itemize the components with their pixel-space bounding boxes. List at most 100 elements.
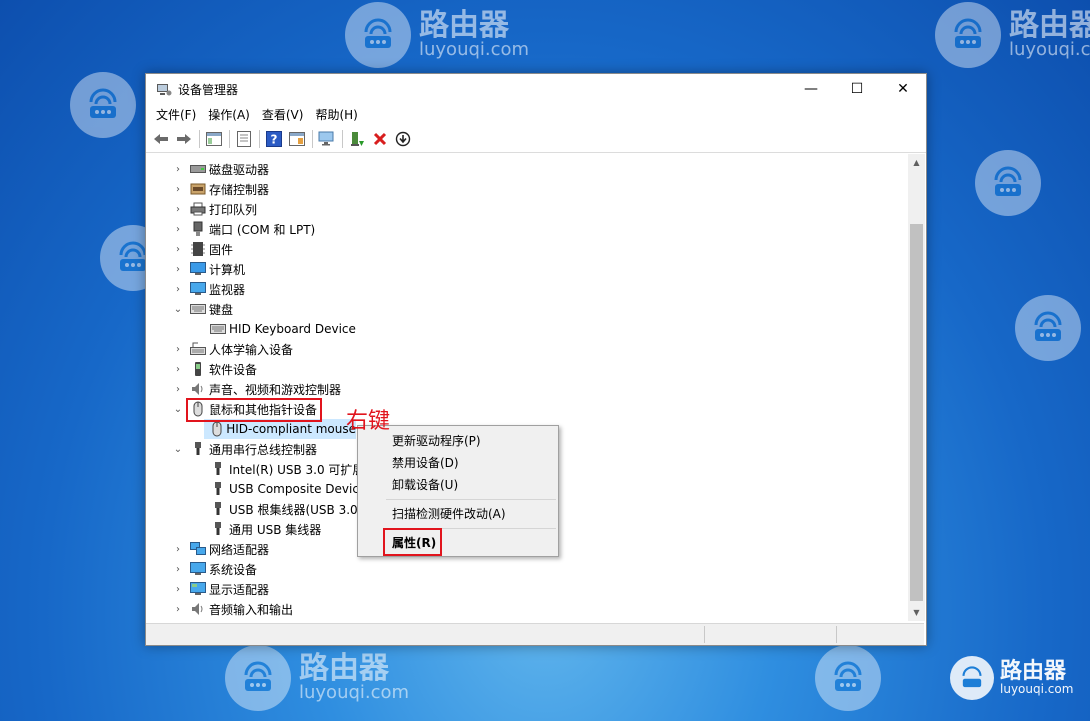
system-device-icon	[190, 561, 206, 577]
usb-icon	[210, 501, 226, 517]
tree-item-label: Intel(R) USB 3.0 可扩展	[229, 462, 365, 477]
tree-item-generic-usb-hub[interactable]: 通用 USB 集线器	[204, 519, 321, 539]
tree-item-usb-composite[interactable]: USB Composite Device	[204, 479, 366, 499]
printer-icon	[190, 201, 206, 217]
tree-item-label: 网络适配器	[209, 542, 270, 557]
update-driver-icon[interactable]	[346, 128, 368, 150]
watermark: 路由器luyouqi.com	[935, 2, 1090, 68]
chevron-right-icon[interactable]: ›	[172, 203, 184, 215]
scan-hardware-icon[interactable]	[316, 128, 338, 150]
chevron-down-icon[interactable]: ⌄	[172, 403, 184, 415]
tree-item-storage-controllers[interactable]: › 存储控制器	[172, 179, 269, 199]
svg-text:?: ?	[271, 133, 278, 147]
help-icon[interactable]: ?	[263, 128, 285, 150]
menu-view[interactable]: 查看(V)	[256, 104, 310, 126]
tree-item-system-devices[interactable]: › 系统设备	[172, 559, 257, 579]
menu-item-update-driver[interactable]: 更新驱动程序(P)	[392, 432, 481, 449]
tree-item-computer[interactable]: › 计算机	[172, 259, 245, 279]
tree-item-usb-xhci[interactable]: Intel(R) USB 3.0 可扩展	[204, 459, 364, 479]
firmware-icon	[190, 241, 206, 257]
watermark	[1015, 295, 1081, 361]
tree-item-monitors[interactable]: › 监视器	[172, 279, 245, 299]
menu-item-uninstall-device[interactable]: 卸载设备(U)	[392, 476, 458, 493]
chevron-right-icon[interactable]: ›	[172, 163, 184, 175]
minimize-button[interactable]: —	[788, 74, 834, 104]
download-arrow-icon[interactable]	[392, 128, 414, 150]
tree-item-label: 音频输入和输出	[209, 602, 294, 617]
maximize-button[interactable]: ☐	[834, 74, 880, 104]
usb-icon	[210, 461, 226, 477]
watermark	[70, 72, 136, 138]
console-tree-icon[interactable]	[203, 128, 225, 150]
tree-item-display-adapters[interactable]: › 显示适配器	[172, 579, 269, 599]
view-icon[interactable]	[286, 128, 308, 150]
toolbar-divider	[312, 130, 313, 148]
highlight-box-properties	[383, 528, 442, 556]
context-menu: 更新驱动程序(P) 禁用设备(D) 卸载设备(U) 扫描检测硬件改动(A) 属性…	[357, 425, 559, 557]
properties-icon[interactable]	[233, 128, 255, 150]
tree-item-hid-mouse[interactable]: HID-compliant mouse	[204, 419, 356, 439]
tree-item-keyboards[interactable]: ⌄ 键盘	[172, 299, 233, 319]
chevron-right-icon[interactable]: ›	[172, 563, 184, 575]
close-button[interactable]: ✕	[880, 74, 926, 104]
chevron-right-icon[interactable]: ›	[172, 383, 184, 395]
chevron-right-icon[interactable]: ›	[172, 263, 184, 275]
title-bar[interactable]: 设备管理器 — ☐ ✕	[146, 74, 926, 104]
scroll-up-icon[interactable]: ▲	[908, 154, 925, 171]
vertical-scrollbar[interactable]: ▲ ▼	[908, 154, 925, 621]
uninstall-x-icon[interactable]	[369, 128, 391, 150]
router-logo-icon	[815, 645, 881, 711]
audio-icon	[190, 601, 206, 617]
window-title: 设备管理器	[178, 82, 239, 97]
forward-arrow-icon[interactable]	[173, 128, 195, 150]
chevron-right-icon[interactable]: ›	[172, 603, 184, 615]
tree-item-software-devices[interactable]: › 软件设备	[172, 359, 257, 379]
toolbar: ?	[146, 126, 926, 153]
tree-item-audio-io[interactable]: › 音频输入和输出	[172, 599, 293, 619]
router-logo-icon	[950, 656, 994, 700]
right-click-annotation: 右键	[346, 409, 391, 434]
tree-item-label: 打印队列	[209, 202, 258, 217]
tree-item-sound-video[interactable]: › 声音、视频和游戏控制器	[172, 379, 341, 399]
device-manager-window: 设备管理器 — ☐ ✕ 文件(F) 操作(A) 查看(V) 帮助(H) ? ›	[145, 73, 927, 646]
tree-item-hid-devices[interactable]: › 人体学输入设备	[172, 339, 293, 359]
menu-file[interactable]: 文件(F)	[150, 104, 202, 126]
scroll-down-icon[interactable]: ▼	[908, 604, 925, 621]
chevron-right-icon[interactable]: ›	[172, 283, 184, 295]
speaker-icon	[190, 381, 206, 397]
menu-action[interactable]: 操作(A)	[202, 104, 256, 126]
disk-drive-icon	[190, 161, 206, 177]
tree-item-network-adapters[interactable]: › 网络适配器	[172, 539, 269, 559]
chevron-right-icon[interactable]: ›	[172, 583, 184, 595]
tree-item-print-queues[interactable]: › 打印队列	[172, 199, 257, 219]
tree-item-usb-root-hub[interactable]: USB 根集线器(USB 3.0)	[204, 499, 362, 519]
tree-item-label: 人体学输入设备	[209, 342, 294, 357]
tree-item-usb-controllers[interactable]: ⌄ 通用串行总线控制器	[172, 439, 317, 459]
chevron-right-icon[interactable]: ›	[172, 343, 184, 355]
usb-icon	[210, 521, 226, 537]
watermark: 路由器luyouqi.com	[225, 645, 409, 711]
chevron-right-icon[interactable]: ›	[172, 243, 184, 255]
chevron-right-icon[interactable]: ›	[172, 363, 184, 375]
menu-bar: 文件(F) 操作(A) 查看(V) 帮助(H)	[146, 104, 926, 126]
router-logo-icon	[935, 2, 1001, 68]
chevron-down-icon[interactable]: ⌄	[172, 303, 184, 315]
tree-item-ports[interactable]: › 端口 (COM 和 LPT)	[172, 219, 315, 239]
menu-help[interactable]: 帮助(H)	[309, 104, 363, 126]
tree-item-label: 监视器	[209, 282, 246, 297]
tree-item-disk-drives[interactable]: › 磁盘驱动器	[172, 159, 269, 179]
tree-item-label: 声音、视频和游戏控制器	[209, 382, 342, 397]
menu-item-disable-device[interactable]: 禁用设备(D)	[392, 454, 459, 471]
router-logo-icon	[70, 72, 136, 138]
back-arrow-icon[interactable]	[150, 128, 172, 150]
tree-item-hid-keyboard[interactable]: HID Keyboard Device	[204, 319, 356, 339]
router-logo-icon	[975, 150, 1041, 216]
chevron-down-icon[interactable]: ⌄	[172, 443, 184, 455]
software-device-icon	[190, 361, 206, 377]
menu-item-scan-hardware[interactable]: 扫描检测硬件改动(A)	[392, 505, 506, 522]
chevron-right-icon[interactable]: ›	[172, 183, 184, 195]
tree-item-firmware[interactable]: › 固件	[172, 239, 233, 259]
chevron-right-icon[interactable]: ›	[172, 223, 184, 235]
chevron-right-icon[interactable]: ›	[172, 543, 184, 555]
scrollbar-thumb[interactable]	[910, 224, 923, 601]
